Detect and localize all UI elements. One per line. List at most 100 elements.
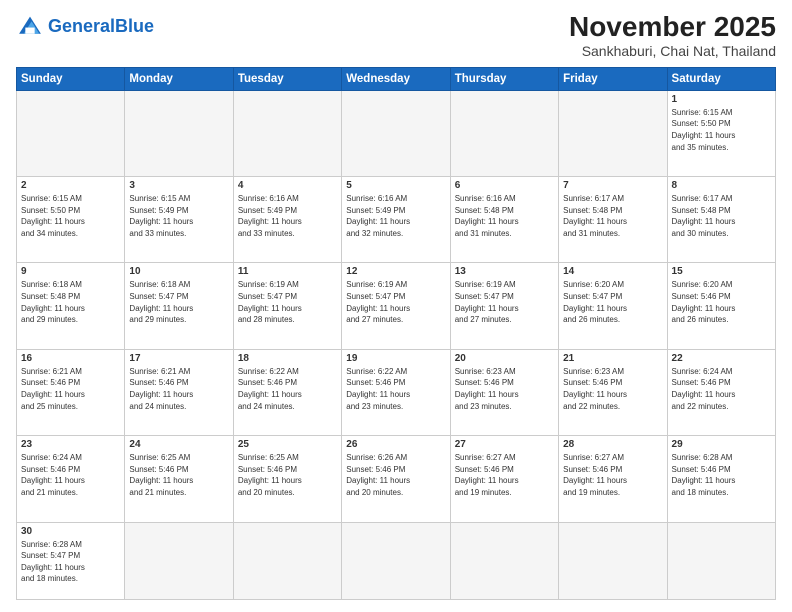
day-info: Sunrise: 6:20 AM Sunset: 5:46 PM Dayligh… [672,279,771,325]
calendar-cell: 24 Sunrise: 6:25 AM Sunset: 5:46 PM Dayli… [125,436,233,522]
calendar-cell [342,90,450,176]
calendar-cell: 3 Sunrise: 6:15 AM Sunset: 5:49 PM Daylig… [125,177,233,263]
day-number: 3 [129,180,228,191]
calendar-cell: 2Sunrise: 6:15 AM Sunset: 5:50 PM Daylig… [17,177,125,263]
month-title: November 2025 [569,12,776,43]
calendar-cell [17,90,125,176]
calendar-cell: 18 Sunrise: 6:22 AM Sunset: 5:46 PM Dayli… [233,349,341,435]
calendar-cell: 9 Sunrise: 6:18 AM Sunset: 5:48 PM Daylig… [17,263,125,349]
day-number: 28 [563,439,662,450]
day-info: Sunrise: 6:26 AM Sunset: 5:46 PM Dayligh… [346,452,445,498]
day-number: 29 [672,439,771,450]
day-info: Sunrise: 6:23 AM Sunset: 5:46 PM Dayligh… [563,366,662,412]
day-info: Sunrise: 6:16 AM Sunset: 5:49 PM Dayligh… [238,193,337,239]
day-number: 26 [346,439,445,450]
day-number: 6 [455,180,554,191]
day-info: Sunrise: 6:28 AM Sunset: 5:47 PM Dayligh… [21,539,120,585]
day-number: 9 [21,266,120,277]
day-info: Sunrise: 6:18 AM Sunset: 5:47 PM Dayligh… [129,279,228,325]
day-number: 7 [563,180,662,191]
day-info: Sunrise: 6:24 AM Sunset: 5:46 PM Dayligh… [672,366,771,412]
calendar-header-monday: Monday [125,67,233,90]
day-number: 12 [346,266,445,277]
calendar-cell: 15 Sunrise: 6:20 AM Sunset: 5:46 PM Dayli… [667,263,775,349]
day-info: Sunrise: 6:21 AM Sunset: 5:46 PM Dayligh… [129,366,228,412]
day-number: 2 [21,180,120,191]
calendar-cell: 28 Sunrise: 6:27 AM Sunset: 5:46 PM Dayli… [559,436,667,522]
day-number: 1 [672,94,771,105]
day-info: Sunrise: 6:16 AM Sunset: 5:48 PM Dayligh… [455,193,554,239]
day-info: Sunrise: 6:23 AM Sunset: 5:46 PM Dayligh… [455,366,554,412]
location: Sankhaburi, Chai Nat, Thailand [569,43,776,59]
day-info: Sunrise: 6:20 AM Sunset: 5:47 PM Dayligh… [563,279,662,325]
calendar-cell: 30 Sunrise: 6:28 AM Sunset: 5:47 PM Dayli… [17,522,125,599]
day-info: Sunrise: 6:15 AM Sunset: 5:49 PM Dayligh… [129,193,228,239]
day-number: 17 [129,353,228,364]
day-number: 13 [455,266,554,277]
day-info: Sunrise: 6:19 AM Sunset: 5:47 PM Dayligh… [455,279,554,325]
day-number: 25 [238,439,337,450]
calendar-cell: 17 Sunrise: 6:21 AM Sunset: 5:46 PM Dayli… [125,349,233,435]
calendar-cell: 8Sunrise: 6:17 AM Sunset: 5:48 PM Daylig… [667,177,775,263]
calendar-cell: 12 Sunrise: 6:19 AM Sunset: 5:47 PM Dayli… [342,263,450,349]
generalblue-logo-icon [16,12,44,40]
logo-general: General [48,16,115,36]
title-block: November 2025 Sankhaburi, Chai Nat, Thai… [569,12,776,59]
header: GeneralBlue November 2025 Sankhaburi, Ch… [16,12,776,59]
calendar-cell: 21 Sunrise: 6:23 AM Sunset: 5:46 PM Dayli… [559,349,667,435]
calendar-cell [667,522,775,599]
calendar-cell: 4 Sunrise: 6:16 AM Sunset: 5:49 PM Daylig… [233,177,341,263]
day-number: 16 [21,353,120,364]
day-number: 27 [455,439,554,450]
day-info: Sunrise: 6:17 AM Sunset: 5:48 PM Dayligh… [563,193,662,239]
logo-text: GeneralBlue [48,17,154,35]
day-info: Sunrise: 6:22 AM Sunset: 5:46 PM Dayligh… [238,366,337,412]
day-info: Sunrise: 6:25 AM Sunset: 5:46 PM Dayligh… [129,452,228,498]
calendar-cell: 20 Sunrise: 6:23 AM Sunset: 5:46 PM Dayli… [450,349,558,435]
day-number: 22 [672,353,771,364]
day-number: 15 [672,266,771,277]
calendar-header-sunday: Sunday [17,67,125,90]
day-info: Sunrise: 6:18 AM Sunset: 5:48 PM Dayligh… [21,279,120,325]
calendar-cell: 13 Sunrise: 6:19 AM Sunset: 5:47 PM Dayli… [450,263,558,349]
calendar-cell [559,90,667,176]
calendar-cell: 22 Sunrise: 6:24 AM Sunset: 5:46 PM Dayli… [667,349,775,435]
day-number: 5 [346,180,445,191]
calendar-cell [233,90,341,176]
day-info: Sunrise: 6:19 AM Sunset: 5:47 PM Dayligh… [238,279,337,325]
calendar-header-wednesday: Wednesday [342,67,450,90]
calendar-week-4: 16 Sunrise: 6:21 AM Sunset: 5:46 PM Dayli… [17,349,776,435]
calendar-cell: 7 Sunrise: 6:17 AM Sunset: 5:48 PM Daylig… [559,177,667,263]
day-info: Sunrise: 6:22 AM Sunset: 5:46 PM Dayligh… [346,366,445,412]
day-number: 24 [129,439,228,450]
calendar-cell: 23Sunrise: 6:24 AM Sunset: 5:46 PM Dayli… [17,436,125,522]
calendar-header-tuesday: Tuesday [233,67,341,90]
calendar-header-saturday: Saturday [667,67,775,90]
day-number: 8 [672,180,771,191]
day-info: Sunrise: 6:28 AM Sunset: 5:46 PM Dayligh… [672,452,771,498]
calendar-cell: 10Sunrise: 6:18 AM Sunset: 5:47 PM Dayli… [125,263,233,349]
calendar-cell: 6 Sunrise: 6:16 AM Sunset: 5:48 PM Daylig… [450,177,558,263]
day-number: 4 [238,180,337,191]
calendar-cell: 27Sunrise: 6:27 AM Sunset: 5:46 PM Dayli… [450,436,558,522]
calendar-cell: 26 Sunrise: 6:26 AM Sunset: 5:46 PM Dayli… [342,436,450,522]
day-number: 20 [455,353,554,364]
day-number: 30 [21,526,120,537]
day-number: 14 [563,266,662,277]
day-info: Sunrise: 6:27 AM Sunset: 5:46 PM Dayligh… [563,452,662,498]
calendar-cell [233,522,341,599]
day-number: 21 [563,353,662,364]
day-number: 23 [21,439,120,450]
calendar-cell [125,522,233,599]
calendar-week-5: 23Sunrise: 6:24 AM Sunset: 5:46 PM Dayli… [17,436,776,522]
calendar-week-3: 9 Sunrise: 6:18 AM Sunset: 5:48 PM Daylig… [17,263,776,349]
calendar-cell: 29 Sunrise: 6:28 AM Sunset: 5:46 PM Dayli… [667,436,775,522]
calendar-cell [450,522,558,599]
day-number: 11 [238,266,337,277]
calendar-cell: 25Sunrise: 6:25 AM Sunset: 5:46 PM Dayli… [233,436,341,522]
logo-blue: Blue [115,16,154,36]
day-info: Sunrise: 6:19 AM Sunset: 5:47 PM Dayligh… [346,279,445,325]
day-number: 18 [238,353,337,364]
calendar-week-6: 30 Sunrise: 6:28 AM Sunset: 5:47 PM Dayli… [17,522,776,599]
logo: GeneralBlue [16,12,154,40]
